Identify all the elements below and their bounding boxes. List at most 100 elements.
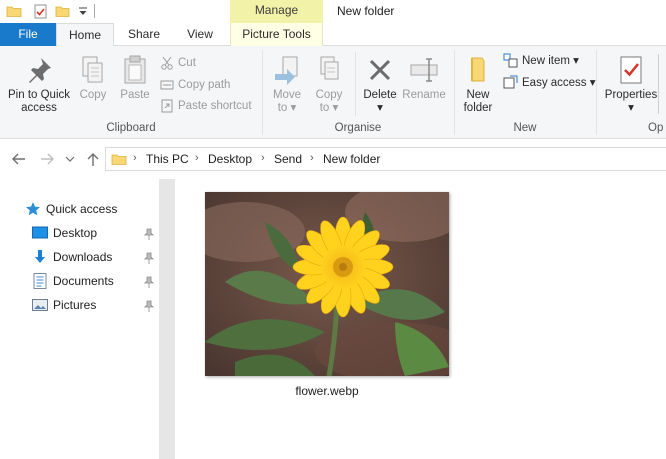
rename-button[interactable]: Rename: [402, 54, 446, 102]
copy-to-label-line1: Copy: [315, 89, 343, 101]
paste-shortcut-icon: [161, 99, 173, 113]
flower-image-thumbnail: [205, 192, 449, 376]
sidebar-item-label: Desktop: [53, 226, 98, 240]
documents-icon: [33, 273, 47, 289]
delete-x-icon: [369, 59, 391, 81]
pin-to-quick-access-button[interactable]: Pin to Quick access: [4, 54, 74, 115]
pin-icon[interactable]: [144, 252, 154, 264]
sidebar-item-label: Downloads: [53, 250, 113, 264]
copy-path-button[interactable]: Copy path: [160, 76, 230, 96]
easy-access-icon: [503, 75, 518, 89]
breadcrumb-new-folder[interactable]: New folder: [323, 152, 380, 166]
move-to-label-line2: to: [277, 102, 288, 114]
open-icon-partial: [658, 54, 666, 114]
divider: [355, 52, 356, 116]
title-bar: Manage New folder: [0, 0, 666, 23]
address-bar[interactable]: › This PC › Desktop › Send › New folder: [105, 147, 666, 171]
pin-icon: [29, 58, 51, 83]
clipboard-group-label: Clipboard: [106, 122, 156, 134]
new-item-button[interactable]: New item ▾: [503, 52, 579, 72]
paste-icon: [124, 55, 146, 84]
easy-access-label: Easy access: [522, 77, 587, 89]
rename-label: Rename: [402, 89, 446, 101]
copy-to-label-line2: to: [319, 102, 330, 114]
navigation-pane: Quick access Desktop Downloads Documents: [0, 179, 175, 459]
new-folder-label-line2: folder: [463, 102, 493, 114]
breadcrumb-chevron-icon[interactable]: ›: [133, 152, 137, 164]
folder-icon: [6, 6, 22, 17]
sidebar-item-label: Documents: [53, 274, 114, 288]
downloads-icon: [35, 250, 45, 263]
copy-path-label: Copy path: [178, 79, 231, 91]
tab-picture-tools[interactable]: Picture Tools: [230, 23, 323, 46]
tab-home[interactable]: Home: [56, 23, 114, 47]
folder-icon: [111, 154, 127, 165]
move-to-label-line1: Move: [272, 89, 302, 101]
copy-path-icon: [160, 80, 174, 90]
tab-share[interactable]: Share: [118, 23, 170, 46]
star-icon: [26, 202, 40, 216]
copy-label: Copy: [79, 89, 107, 101]
sidebar-item-label: Pictures: [53, 298, 97, 312]
tab-view[interactable]: View: [176, 23, 224, 46]
new-folder-button[interactable]: New folder: [458, 54, 498, 115]
ribbon: Pin to Quick access Copy Paste Cut Copy …: [0, 46, 666, 139]
manage-context-tab[interactable]: Manage: [230, 0, 323, 23]
group-separator: [596, 50, 597, 135]
easy-access-button[interactable]: Easy access ▾: [503, 74, 596, 94]
delete-label: Delete: [363, 89, 397, 101]
copy-to-icon: [320, 56, 339, 80]
cut-button[interactable]: Cut: [160, 54, 196, 74]
pin-label-line2: access: [21, 102, 57, 114]
quick-access-label: Quick access: [46, 202, 118, 216]
file-item-thumbnail[interactable]: [205, 192, 449, 376]
window-title: New folder: [337, 4, 395, 18]
up-arrow-icon[interactable]: [84, 150, 102, 168]
new-item-label: New item: [522, 55, 570, 67]
paste-label: Paste: [120, 89, 150, 101]
move-to-icon: [275, 56, 298, 85]
new-item-icon: [503, 53, 518, 68]
navigation-pane-scrollbar[interactable]: [159, 179, 175, 459]
pin-icon[interactable]: [144, 300, 154, 312]
new-folder-icon: [471, 57, 485, 82]
pictures-icon: [32, 299, 48, 311]
pin-icon[interactable]: [144, 228, 154, 240]
customize-toolbar-chevron-icon[interactable]: [75, 3, 91, 19]
new-group-label: New: [513, 122, 537, 134]
paste-button[interactable]: Paste: [116, 54, 154, 102]
properties-button[interactable]: Properties ▾: [602, 54, 660, 115]
toolbar-divider: [94, 4, 95, 18]
cut-label: Cut: [178, 57, 196, 69]
back-arrow-icon[interactable]: [10, 150, 28, 168]
forward-arrow-icon[interactable]: [38, 150, 56, 168]
breadcrumb-send[interactable]: Send: [274, 152, 302, 166]
pin-label-line1: Pin to Quick: [8, 89, 70, 101]
new-folder-label-line1: New: [466, 89, 490, 101]
copy-to-button[interactable]: Copy to ▾: [310, 54, 348, 115]
copy-button[interactable]: Copy: [74, 54, 112, 102]
breadcrumb-chevron-icon[interactable]: ›: [195, 152, 199, 164]
pin-icon[interactable]: [144, 276, 154, 288]
properties-quick-icon[interactable]: [33, 3, 49, 19]
new-folder-quick-icon[interactable]: [55, 3, 71, 19]
move-to-button[interactable]: Move to ▾: [268, 54, 306, 115]
breadcrumb-this-pc[interactable]: This PC: [146, 152, 189, 166]
rename-icon: [410, 58, 438, 82]
copy-icon: [82, 56, 103, 83]
file-item-name[interactable]: flower.webp: [205, 384, 449, 398]
paste-shortcut-label: Paste shortcut: [178, 100, 252, 112]
breadcrumb-chevron-icon[interactable]: ›: [261, 152, 265, 164]
desktop-icon: [32, 226, 48, 239]
ribbon-tabs: File Home Share View Picture Tools: [0, 23, 666, 47]
organise-group-label: Organise: [334, 122, 382, 134]
breadcrumb-chevron-icon[interactable]: ›: [310, 152, 314, 164]
tab-file[interactable]: File: [0, 23, 56, 46]
breadcrumb-desktop[interactable]: Desktop: [208, 152, 252, 166]
open-group-label: Op: [648, 122, 664, 134]
recent-locations-chevron-icon[interactable]: [64, 150, 76, 168]
properties-label: Properties: [604, 89, 658, 101]
delete-button[interactable]: Delete ▾: [360, 54, 400, 115]
paste-shortcut-button[interactable]: Paste shortcut: [160, 97, 252, 117]
properties-icon: [620, 56, 642, 84]
